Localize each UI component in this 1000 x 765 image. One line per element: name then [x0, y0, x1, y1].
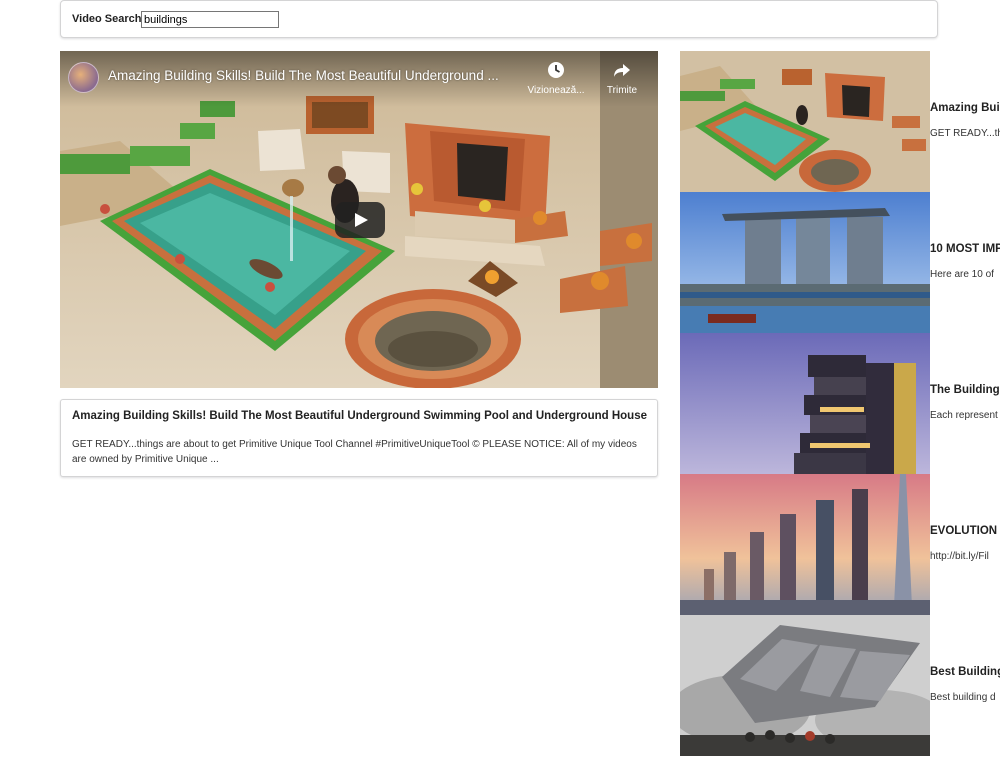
clock-icon	[521, 61, 591, 82]
video-list-item[interactable]: Amazing Building GET READY...things	[680, 51, 1000, 192]
video-list-item[interactable]: 10 MOST IMPRESSIVE Here are 10 of	[680, 192, 1000, 333]
video-list-description: Here are 10 of	[930, 269, 994, 280]
video-list-title[interactable]: Best Building	[930, 666, 1000, 678]
video-detail-title: Amazing Building Skills! Build The Most …	[72, 410, 647, 422]
video-thumbnail[interactable]	[680, 333, 930, 474]
video-thumbnail[interactable]	[680, 615, 930, 756]
video-detail-card: Amazing Building Skills! Build The Most …	[60, 399, 658, 477]
video-thumbnail[interactable]	[680, 51, 930, 192]
video-list-description: Best building d	[930, 692, 996, 703]
video-list-description: http://bit.ly/Fil	[930, 551, 989, 562]
player-title[interactable]: Amazing Building Skills! Build The Most …	[108, 68, 518, 83]
play-button[interactable]	[335, 202, 385, 238]
video-list-title[interactable]: 10 MOST IMPRESSIVE	[930, 243, 1000, 255]
channel-avatar[interactable]	[68, 62, 99, 93]
video-detail-description: GET READY...things are about to get Prim…	[72, 439, 637, 465]
share-label: Trimite	[606, 85, 638, 96]
search-input[interactable]	[141, 11, 279, 28]
watch-later-button[interactable]: Vizionează...	[521, 61, 591, 96]
video-list-item[interactable]: EVOLUTION http://bit.ly/Fil	[680, 474, 1000, 615]
video-list-description: GET READY...things	[930, 128, 1000, 139]
video-list-item[interactable]: Best Building Best building d	[680, 615, 1000, 756]
share-arrow-icon	[587, 61, 657, 82]
search-bar: Video Search	[60, 0, 938, 38]
video-list-title[interactable]: The Buildings	[930, 384, 1000, 396]
video-list-item[interactable]: The Buildings Each represent	[680, 333, 1000, 474]
video-list-title[interactable]: EVOLUTION	[930, 525, 1000, 537]
search-label: Video Search	[72, 13, 142, 25]
video-list-title[interactable]: Amazing Building	[930, 102, 1000, 114]
share-button[interactable]: Trimite	[587, 61, 657, 96]
play-icon	[355, 213, 368, 227]
video-thumbnail[interactable]	[680, 192, 930, 333]
video-list-description: Each represent	[930, 410, 998, 421]
watch-later-label: Vizionează...	[527, 85, 585, 96]
video-thumbnail[interactable]	[680, 474, 930, 615]
video-player[interactable]: Amazing Building Skills! Build The Most …	[60, 51, 658, 388]
